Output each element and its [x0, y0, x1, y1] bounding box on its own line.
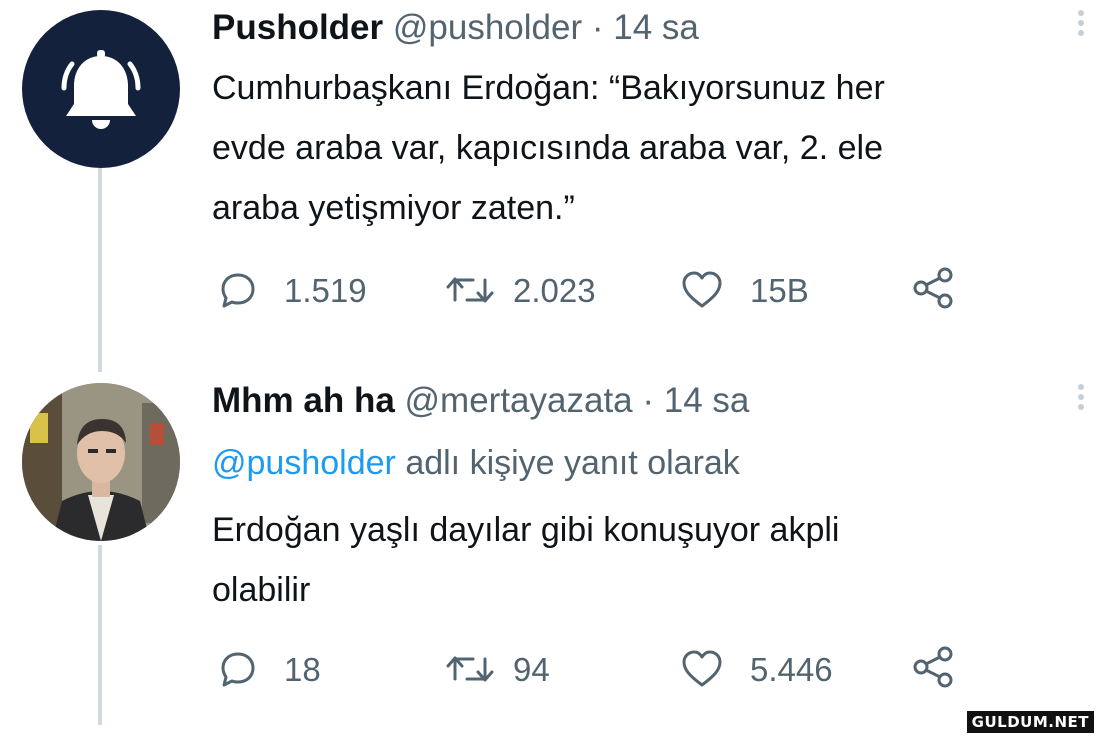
- share-button[interactable]: [910, 267, 958, 309]
- tweet-text-line: olabilir: [212, 571, 311, 609]
- share-button[interactable]: [910, 646, 958, 688]
- thread-line-top: [98, 168, 102, 372]
- retweet-button[interactable]: 94: [445, 649, 550, 689]
- share-icon: [913, 646, 953, 688]
- avatar-mertayazata[interactable]: [22, 383, 180, 541]
- retweet-icon: [446, 656, 494, 682]
- user-handle[interactable]: @mertayazata: [405, 381, 633, 420]
- tweet-time[interactable]: · 14 sa: [592, 8, 699, 47]
- tweet-time[interactable]: · 14 sa: [642, 381, 749, 420]
- reply-to-handle-link[interactable]: @pusholder: [212, 444, 396, 482]
- tweet-header: Pusholder @pusholder · 14 sa: [212, 10, 699, 45]
- retweet-icon: [446, 277, 494, 303]
- reply-button[interactable]: 18: [218, 649, 321, 689]
- like-count: 15B: [750, 271, 809, 309]
- display-name[interactable]: Pusholder: [212, 8, 383, 47]
- avatar-pusholder[interactable]: [22, 10, 180, 168]
- dot-icon: [1078, 394, 1084, 400]
- tweet-text-line: araba yetişmiyor zaten.”: [212, 189, 575, 227]
- tweet-text-line: evde araba var, kapıcısında araba var, 2…: [212, 129, 883, 167]
- retweet-button[interactable]: 2.023: [445, 270, 596, 310]
- dot-icon: [1078, 10, 1084, 16]
- tweet-text-line: Cumhurbaşkanı Erdoğan: “Bakıyorsunuz her: [212, 69, 885, 107]
- like-button[interactable]: 5.446: [680, 649, 833, 689]
- dot-icon: [1078, 20, 1084, 26]
- more-options-button[interactable]: [1071, 6, 1091, 40]
- tweet-header: Mhm ah ha @mertayazata · 14 sa: [212, 383, 749, 418]
- share-icon: [913, 267, 953, 309]
- site-watermark: GULDUM.NET: [966, 711, 1094, 733]
- tweet-text-line: Erdoğan yaşlı dayılar gibi konuşuyor akp…: [212, 511, 840, 549]
- dot-icon: [1078, 384, 1084, 390]
- reply-button[interactable]: 1.519: [218, 270, 367, 310]
- tweet-text: Cumhurbaşkanı Erdoğan: “Bakıyorsunuz her…: [212, 58, 1082, 238]
- dot-icon: [1078, 404, 1084, 410]
- dot-icon: [1078, 30, 1084, 36]
- user-photo: [22, 383, 180, 541]
- more-options-button[interactable]: [1071, 380, 1091, 414]
- bell-icon: [61, 50, 141, 129]
- heart-icon: [682, 650, 722, 687]
- reply-context: @pusholder adlı kişiye yanıt olarak: [212, 446, 740, 480]
- reply-to-text: adlı kişiye yanıt olarak: [405, 444, 740, 482]
- tweet-text: Erdoğan yaşlı dayılar gibi konuşuyor akp…: [212, 500, 1082, 620]
- display-name[interactable]: Mhm ah ha: [212, 381, 395, 420]
- thread-line-bottom: [98, 545, 102, 725]
- like-count: 5.446: [750, 650, 833, 688]
- user-handle[interactable]: @pusholder: [393, 8, 582, 47]
- reply-icon: [221, 652, 255, 687]
- heart-icon: [682, 271, 722, 308]
- reply-count: 1.519: [284, 271, 367, 309]
- retweet-count: 94: [513, 650, 550, 688]
- reply-icon: [221, 273, 255, 308]
- retweet-count: 2.023: [513, 271, 596, 309]
- reply-count: 18: [284, 650, 321, 688]
- like-button[interactable]: 15B: [680, 270, 809, 310]
